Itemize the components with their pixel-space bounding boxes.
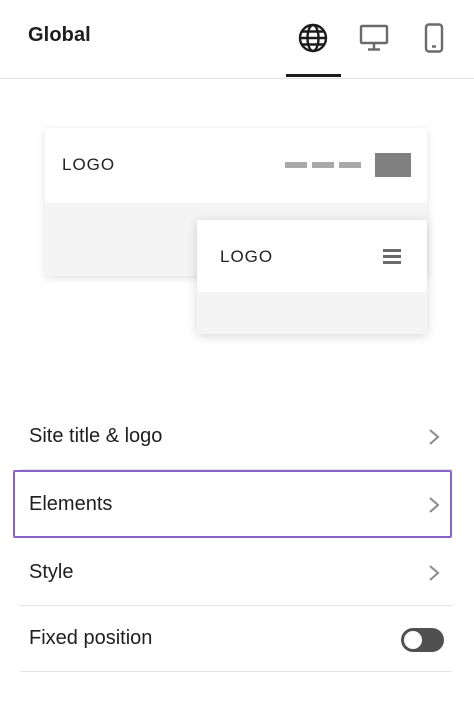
fixed-position-toggle[interactable] [401,628,444,652]
globe-icon [298,23,328,53]
button-placeholder [375,153,411,177]
mobile-icon [424,23,444,53]
menu-item-style[interactable]: Style [20,540,452,606]
toggle-knob [404,631,422,649]
menu-item-label: Site title & logo [29,425,163,447]
global-view-button[interactable] [287,14,339,62]
chevron-right-icon [429,429,440,445]
nav-placeholder [339,162,361,168]
menu-item-label: Elements [29,493,113,515]
mobile-preview-bar: LOGO [197,220,427,292]
nav-placeholder [285,162,307,168]
desktop-icon [359,24,389,51]
desktop-preview-bar: LOGO [45,128,427,203]
active-tab-indicator [286,74,341,77]
hamburger-menu-icon [383,249,401,264]
panel-header: Global [0,0,474,79]
desktop-preview-logo: LOGO [62,155,116,174]
chevron-right-icon [429,497,440,513]
mobile-view-button[interactable] [408,14,460,62]
menu-item-site-title-logo[interactable]: Site title & logo [20,404,452,470]
nav-placeholder [312,162,334,168]
desktop-view-button[interactable] [348,14,400,62]
page-title: Global [28,24,91,46]
menu-item-elements[interactable]: Elements [13,470,452,538]
menu-item-label: Style [29,561,74,583]
chevron-right-icon [429,565,440,581]
mobile-preview-logo: LOGO [220,247,274,266]
menu-item-fixed-position: Fixed position [20,606,452,672]
menu-item-label: Fixed position [29,627,153,649]
mobile-header-preview: LOGO [197,220,427,334]
